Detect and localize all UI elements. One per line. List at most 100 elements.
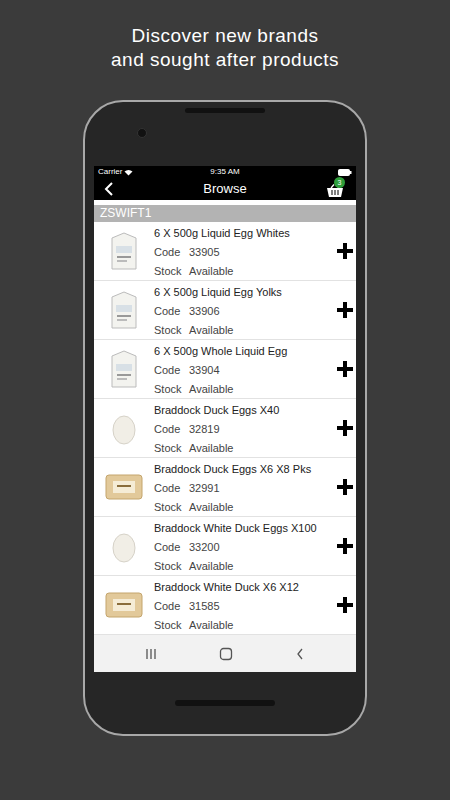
cart-badge: 3 (334, 177, 345, 188)
stock-value: Available (189, 557, 233, 576)
product-name: 6 X 500g Whole Liquid Egg (154, 342, 334, 361)
headline: Discover new brandsand sought after prod… (111, 0, 339, 100)
stock-line: StockAvailable (154, 498, 334, 517)
code-label: Code (154, 302, 189, 321)
stock-line: StockAvailable (154, 321, 334, 340)
code-label: Code (154, 479, 189, 498)
back-nav-icon[interactable] (295, 647, 305, 661)
code-line: Code31585 (154, 597, 334, 616)
product-row: 6 X 500g Whole Liquid EggCode33904StockA… (94, 340, 356, 399)
section-header: ZSWIFT1 (94, 205, 356, 222)
product-info: Braddock White Duck X6 X12Code31585Stock… (154, 576, 334, 635)
stock-label: Stock (154, 498, 189, 517)
add-icon[interactable] (334, 281, 356, 339)
product-name: Braddock White Duck X6 X12 (154, 578, 334, 597)
product-info: Braddock Duck Eggs X6 X8 PksCode32991Sto… (154, 458, 334, 517)
camera-icon (137, 128, 147, 138)
phone-frame: Carrier9:35 AMBrowse3ZSWIFT16 X 500g Liq… (83, 100, 367, 736)
product-row: Braddock Duck Eggs X40Code32819StockAvai… (94, 399, 356, 458)
nav-bar: Browse3 (94, 178, 356, 200)
code-value: 32819 (189, 420, 220, 439)
back-icon[interactable] (104, 182, 114, 196)
code-value: 32991 (189, 479, 220, 498)
stock-label: Stock (154, 321, 189, 340)
stock-line: StockAvailable (154, 380, 334, 399)
add-icon[interactable] (334, 222, 356, 280)
product-name: Braddock White Duck Eggs X100 (154, 519, 334, 538)
code-label: Code (154, 538, 189, 557)
stock-value: Available (189, 380, 233, 399)
product-image (94, 222, 154, 280)
product-name: Braddock Duck Eggs X6 X8 Pks (154, 460, 334, 479)
product-info: 6 X 500g Liquid Egg WhitesCode33905Stock… (154, 222, 334, 281)
add-icon[interactable] (334, 517, 356, 575)
phone-top (85, 102, 365, 166)
code-label: Code (154, 420, 189, 439)
code-line: Code32819 (154, 420, 334, 439)
code-value: 33904 (189, 361, 220, 380)
carrier: Carrier (98, 166, 133, 178)
stock-label: Stock (154, 262, 189, 281)
phone-bottom (85, 672, 365, 734)
product-info: Braddock White Duck Eggs X100Code33200St… (154, 517, 334, 576)
product-row: Braddock Duck Eggs X6 X8 PksCode32991Sto… (94, 458, 356, 517)
stock-label: Stock (154, 380, 189, 399)
add-icon[interactable] (334, 399, 356, 457)
stock-line: StockAvailable (154, 439, 334, 458)
code-label: Code (154, 361, 189, 380)
code-value: 33906 (189, 302, 220, 321)
recents-icon[interactable] (145, 648, 157, 660)
product-row: Braddock White Duck X6 X12Code31585Stock… (94, 576, 356, 635)
headline-line: and sought after products (111, 48, 339, 72)
android-nav-bar (94, 635, 356, 672)
stock-line: StockAvailable (154, 557, 334, 576)
code-value: 33905 (189, 243, 220, 262)
stock-value: Available (189, 498, 233, 517)
code-line: Code32991 (154, 479, 334, 498)
carrier-label: Carrier (98, 166, 122, 178)
code-line: Code33905 (154, 243, 334, 262)
status-bar: Carrier9:35 AM (94, 166, 356, 178)
product-info: 6 X 500g Liquid Egg YolksCode33906StockA… (154, 281, 334, 340)
screen: Carrier9:35 AMBrowse3ZSWIFT16 X 500g Liq… (94, 166, 356, 672)
speaker-icon (185, 108, 265, 113)
product-info: Braddock Duck Eggs X40Code32819StockAvai… (154, 399, 334, 458)
stock-label: Stock (154, 616, 189, 635)
product-image (94, 399, 154, 457)
code-label: Code (154, 597, 189, 616)
code-line: Code33904 (154, 361, 334, 380)
bottom-bar-icon (175, 700, 275, 706)
product-image (94, 281, 154, 339)
product-image (94, 576, 154, 634)
home-icon[interactable] (219, 647, 233, 661)
product-row: 6 X 500g Liquid Egg WhitesCode33905Stock… (94, 222, 356, 281)
product-name: 6 X 500g Liquid Egg Yolks (154, 283, 334, 302)
battery-icon (338, 169, 352, 176)
code-value: 31585 (189, 597, 220, 616)
clock: 9:35 AM (94, 166, 356, 178)
product-list: 6 X 500g Liquid Egg WhitesCode33905Stock… (94, 222, 356, 635)
stock-label: Stock (154, 557, 189, 576)
add-icon[interactable] (334, 576, 356, 634)
add-icon[interactable] (334, 340, 356, 398)
product-row: 6 X 500g Liquid Egg YolksCode33906StockA… (94, 281, 356, 340)
code-line: Code33906 (154, 302, 334, 321)
product-row: Braddock White Duck Eggs X100Code33200St… (94, 517, 356, 576)
product-info: 6 X 500g Whole Liquid EggCode33904StockA… (154, 340, 334, 399)
stock-line: StockAvailable (154, 616, 334, 635)
product-image (94, 340, 154, 398)
stock-value: Available (189, 262, 233, 281)
stock-line: StockAvailable (154, 262, 334, 281)
code-value: 33200 (189, 538, 220, 557)
stock-label: Stock (154, 439, 189, 458)
nav-title: Browse (94, 179, 356, 199)
product-name: Braddock Duck Eggs X40 (154, 401, 334, 420)
product-image (94, 458, 154, 516)
headline-line: Discover new brands (132, 24, 319, 48)
product-name: 6 X 500g Liquid Egg Whites (154, 224, 334, 243)
add-icon[interactable] (334, 458, 356, 516)
stock-value: Available (189, 439, 233, 458)
code-line: Code33200 (154, 538, 334, 557)
cart-button[interactable]: 3 (326, 180, 346, 198)
code-label: Code (154, 243, 189, 262)
